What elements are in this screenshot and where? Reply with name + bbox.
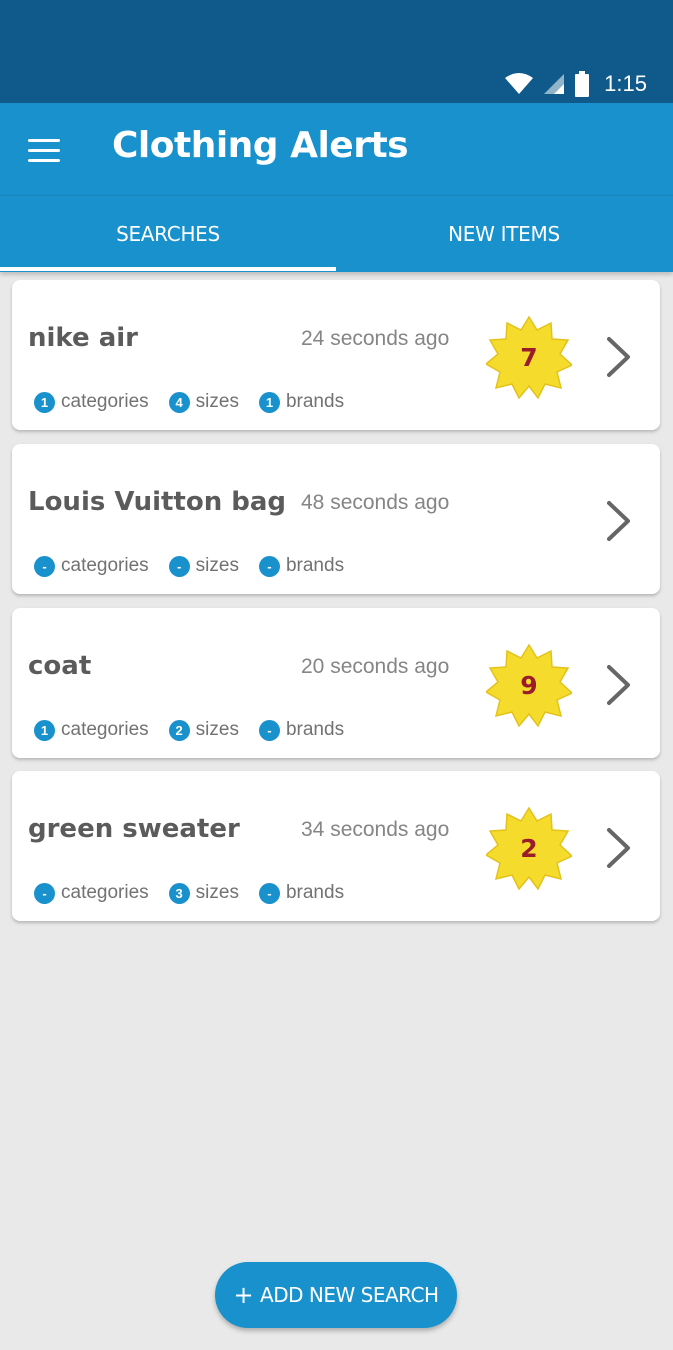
app-title: Clothing Alerts — [112, 125, 409, 166]
categories-label: categories — [61, 719, 149, 740]
sizes-filter: - sizes — [168, 555, 239, 577]
brands-filter: - brands — [258, 719, 345, 741]
status-time: 1:15 — [604, 71, 647, 96]
new-items-badge: 2 — [486, 805, 572, 891]
chevron-right-icon[interactable] — [604, 663, 634, 707]
search-card[interactable]: nike air 24 seconds ago 1 categories 4 s… — [12, 280, 660, 430]
app-bar: Clothing Alerts — [0, 103, 673, 195]
add-new-search-label: ADD NEW SEARCH — [260, 1283, 439, 1307]
search-title: Louis Vuitton bag — [28, 487, 287, 517]
chevron-right-icon[interactable] — [604, 826, 634, 870]
sizes-filter: 3 sizes — [168, 882, 239, 904]
tab-new-items[interactable]: NEW ITEMS — [336, 195, 672, 272]
sizes-label: sizes — [195, 719, 239, 740]
categories-count: 1 — [34, 391, 55, 413]
battery-icon — [575, 71, 590, 97]
sizes-count: 4 — [168, 391, 190, 413]
brands-count: 1 — [258, 391, 280, 413]
brands-label: brands — [285, 882, 345, 903]
categories-label: categories — [61, 882, 149, 903]
brands-label: brands — [285, 555, 345, 576]
categories-count: - — [34, 555, 55, 577]
categories-count: 1 — [34, 719, 55, 741]
search-filters: 1 categories 4 sizes 1 brands — [34, 390, 364, 414]
search-filters: 1 categories 2 sizes - brands — [34, 718, 364, 742]
search-card[interactable]: green sweater 34 seconds ago - categorie… — [12, 771, 660, 921]
brands-filter: 1 brands — [258, 391, 345, 413]
menu-icon[interactable] — [28, 139, 60, 163]
wifi-icon — [505, 73, 534, 94]
sizes-label: sizes — [195, 882, 239, 903]
search-title: green sweater — [28, 814, 240, 844]
brands-count: - — [258, 719, 280, 741]
search-card[interactable]: Louis Vuitton bag 48 seconds ago - categ… — [12, 444, 660, 594]
categories-filter: 1 categories — [34, 391, 149, 413]
categories-label: categories — [61, 555, 149, 576]
brands-count: - — [258, 555, 280, 577]
new-items-badge: 7 — [486, 314, 572, 400]
search-title: nike air — [28, 323, 138, 353]
signal-icon — [544, 74, 565, 94]
brands-label: brands — [285, 719, 345, 740]
search-filters: - categories - sizes - brands — [34, 554, 364, 578]
brands-label: brands — [285, 391, 345, 412]
new-items-count: 9 — [520, 670, 538, 700]
categories-count: - — [34, 882, 55, 904]
categories-label: categories — [61, 391, 149, 412]
new-items-count: 7 — [520, 342, 538, 372]
new-items-count: 2 — [520, 833, 538, 863]
sizes-count: 3 — [168, 882, 190, 904]
categories-filter: - categories — [34, 555, 149, 577]
new-items-badge: 9 — [486, 642, 572, 728]
status-icons: 1:15 — [504, 70, 647, 98]
sizes-label: sizes — [195, 555, 239, 576]
sizes-count: 2 — [168, 719, 190, 741]
plus-icon: + — [233, 1281, 254, 1309]
brands-filter: - brands — [258, 555, 345, 577]
tab-indicator — [0, 267, 336, 271]
search-time: 24 seconds ago — [301, 327, 450, 350]
search-filters: - categories 3 sizes - brands — [34, 881, 364, 905]
search-time: 20 seconds ago — [301, 655, 450, 678]
brands-filter: - brands — [258, 882, 345, 904]
status-bar: 1:15 — [0, 0, 673, 103]
sizes-filter: 2 sizes — [168, 719, 239, 741]
tab-bar: SEARCHES NEW ITEMS — [0, 195, 673, 272]
sizes-label: sizes — [195, 391, 239, 412]
categories-filter: - categories — [34, 882, 149, 904]
sizes-filter: 4 sizes — [168, 391, 239, 413]
search-time: 48 seconds ago — [301, 491, 450, 514]
tab-searches[interactable]: SEARCHES — [0, 195, 336, 272]
categories-filter: 1 categories — [34, 719, 149, 741]
search-time: 34 seconds ago — [301, 818, 450, 841]
search-card[interactable]: coat 20 seconds ago 1 categories 2 sizes… — [12, 608, 660, 758]
sizes-count: - — [168, 555, 190, 577]
chevron-right-icon[interactable] — [604, 499, 634, 543]
chevron-right-icon[interactable] — [604, 335, 634, 379]
search-title: coat — [28, 651, 92, 681]
brands-count: - — [258, 882, 280, 904]
add-new-search-button[interactable]: + ADD NEW SEARCH — [215, 1262, 457, 1328]
